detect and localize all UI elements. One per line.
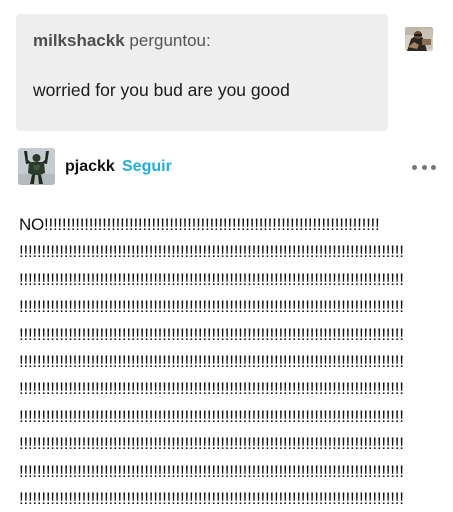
follow-button[interactable]: Seguir: [122, 157, 172, 177]
answer-body: NO!!!!!!!!!!!!!!!!!!!!!!!!!!!!!!!!!!!!!!…: [19, 211, 435, 512]
asker-avatar[interactable]: [405, 27, 433, 51]
ask-question: worried for you bud are you good: [33, 80, 290, 100]
ask-author[interactable]: milkshackk: [33, 31, 125, 50]
post-header: pjackk Seguir: [18, 148, 438, 186]
avatar-figure-icon: [18, 148, 55, 185]
answer-line: !!!!!!!!!!!!!!!!!!!!!!!!!!!!!!!!!!!!!!!!…: [19, 242, 404, 262]
answer-line: !!!!!!!!!!!!!!!!!!!!!!!!!!!!!!!!!!!!!!!!…: [19, 297, 404, 317]
ask-verb: perguntou:: [129, 31, 211, 50]
answer-line: !!!!!!!!!!!!!!!!!!!!!!!!!!!!!!!!!!!!!!!!…: [19, 269, 404, 289]
avatar-photo-icon: [405, 27, 433, 51]
more-options-icon[interactable]: [412, 157, 436, 177]
answer-line: !!!!!!!!!!!!!!!!!!!!!!!!!!!!!!!!!!!!!!!!…: [19, 488, 404, 508]
poster-name[interactable]: pjackk: [65, 157, 115, 177]
ask-card: milkshackk perguntou: worried for you bu…: [16, 14, 388, 131]
answer-line: NO!!!!!!!!!!!!!!!!!!!!!!!!!!!!!!!!!!!!!!…: [19, 215, 380, 234]
answer-line: !!!!!!!!!!!!!!!!!!!!!!!!!!!!!!!!!!!!!!!!…: [19, 324, 404, 344]
poster-avatar[interactable]: [18, 148, 55, 185]
answer-line: !!!!!!!!!!!!!!!!!!!!!!!!!!!!!!!!!!!!!!!!…: [19, 379, 404, 399]
ask-header: milkshackk perguntou:: [33, 30, 372, 52]
more-dot: [421, 164, 427, 170]
more-dot: [412, 164, 417, 170]
answer-line: !!!!!!!!!!!!!!!!!!!!!!!!!!!!!!!!!!!!!!!!…: [19, 406, 404, 426]
more-dot: [431, 164, 436, 170]
answer-line: !!!!!!!!!!!!!!!!!!!!!!!!!!!!!!!!!!!!!!!!…: [19, 434, 404, 454]
answer-line: !!!!!!!!!!!!!!!!!!!!!!!!!!!!!!!!!!!!!!!!…: [19, 461, 404, 481]
answer-line: !!!!!!!!!!!!!!!!!!!!!!!!!!!!!!!!!!!!!!!!…: [19, 351, 404, 371]
